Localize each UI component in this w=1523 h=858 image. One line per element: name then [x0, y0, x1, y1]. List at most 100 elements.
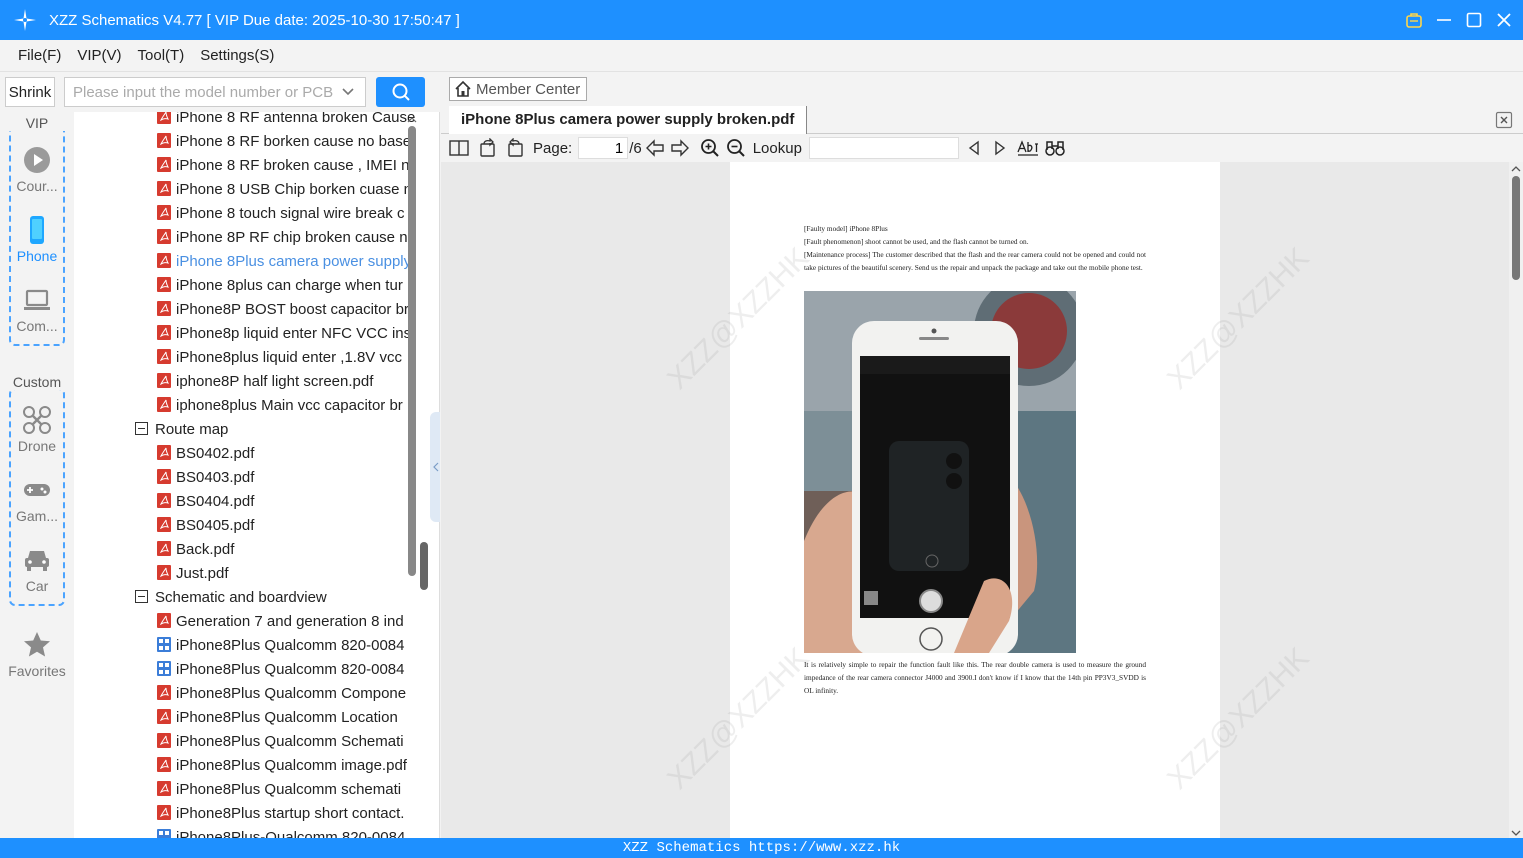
sidebar-item-game[interactable]: Gam...	[0, 475, 74, 524]
tree-item[interactable]: iPhone8Plus Qualcomm image.pdf	[157, 754, 407, 778]
sidebar-item-courses[interactable]: Cour...	[0, 145, 74, 194]
sidebar-item-favorites[interactable]: Favorites	[0, 630, 74, 679]
car-icon	[25, 551, 49, 571]
tree-item[interactable]: iPhone 8plus can charge when tur	[157, 274, 403, 298]
tree-item[interactable]: iPhone8Plus startup short contact.	[157, 802, 404, 826]
rotate-right-icon[interactable]	[504, 137, 526, 159]
scrollbar-thumb[interactable]	[408, 126, 416, 576]
next-page-icon[interactable]	[669, 137, 691, 159]
tree-item[interactable]: iPhone 8 RF broken cause , IMEI n	[157, 154, 409, 178]
phone-icon	[30, 216, 44, 244]
close-button[interactable]	[1495, 11, 1513, 29]
tree-item[interactable]: iPhone8Plus Qualcomm 820-0084	[157, 634, 404, 658]
menu-vip[interactable]: VIP(V)	[77, 47, 121, 64]
minimize-button[interactable]	[1435, 11, 1453, 29]
page-label: Page:	[533, 139, 573, 157]
tree-item[interactable]: iPhone8Plus Qualcomm 820-0084	[157, 658, 404, 682]
collapse-icon[interactable]	[135, 590, 148, 603]
tree-item[interactable]: BS0404.pdf	[157, 490, 254, 514]
shrink-button[interactable]: Shrink	[5, 77, 55, 107]
collapse-icon[interactable]	[135, 422, 148, 435]
maximize-button[interactable]	[1465, 11, 1483, 29]
panel-splitter[interactable]	[430, 412, 440, 522]
tree-item[interactable]: iPhone 8 RF antenna broken Cause	[157, 112, 415, 130]
tree-folder-route-map[interactable]: Route map	[135, 418, 228, 442]
tree-item[interactable]: Generation 7 and generation 8 ind	[157, 610, 404, 634]
boardview-file-icon	[157, 661, 171, 676]
pdf-maintenance-process: [Maintenance process] The customer descr…	[804, 250, 1146, 272]
zoom-out-icon[interactable]	[725, 137, 747, 159]
tree-item-label: Just.pdf	[176, 565, 229, 582]
tree-item[interactable]: BS0403.pdf	[157, 466, 254, 490]
pdf-file-icon	[157, 757, 171, 772]
rotate-left-icon[interactable]	[477, 137, 499, 159]
search-input[interactable]	[64, 77, 366, 107]
sidebar-item-label: Car	[25, 578, 49, 594]
member-center-button[interactable]: Member Center	[449, 77, 588, 101]
find-next-icon[interactable]	[989, 137, 1011, 159]
tree-item[interactable]: iPhone8Plus Qualcomm schemati	[157, 778, 401, 802]
tree-item[interactable]: BS0402.pdf	[157, 442, 254, 466]
tree-item[interactable]: iPhone8P BOST boost capacitor br	[157, 298, 409, 322]
laptop-icon	[24, 289, 50, 310]
menu-settings[interactable]: Settings(S)	[200, 47, 274, 64]
tree-item[interactable]: BS0405.pdf	[157, 514, 254, 538]
lookup-input[interactable]	[808, 137, 959, 159]
tree-item-label: iPhone 8 touch signal wire break c	[176, 205, 405, 222]
page-number-input[interactable]	[578, 137, 629, 159]
tree-item[interactable]: iphone8P half light screen.pdf	[157, 370, 373, 394]
tab-document[interactable]: iPhone 8Plus camera power supply broken.…	[449, 106, 808, 134]
chevron-down-icon[interactable]	[340, 84, 356, 100]
tree-item[interactable]: iPhone 8 touch signal wire break c	[157, 202, 404, 226]
tree-item[interactable]: iphone8plus Main vcc capacitor br	[157, 394, 403, 418]
tree-item[interactable]: iPhone 8 USB Chip borken cuase n	[157, 178, 412, 202]
find-binoculars-icon[interactable]	[1044, 137, 1066, 159]
vip-bag-icon[interactable]	[1405, 11, 1423, 29]
viewer-panel: Member Center iPhone 8Plus camera power …	[441, 72, 1523, 838]
scrollbar-thumb[interactable]	[1512, 176, 1520, 280]
tree-item[interactable]: Just.pdf	[157, 562, 229, 586]
document-tabs: iPhone 8Plus camera power supply broken.…	[441, 106, 1523, 134]
tree-item[interactable]: iPhone8Plus-Qualcomm 820-0084	[157, 826, 405, 838]
tree-item[interactable]: iPhone8Plus Qualcomm Schemati	[157, 730, 404, 754]
tree-scrollbar[interactable]	[407, 112, 417, 650]
boardview-file-icon	[157, 637, 171, 652]
tree-item[interactable]: iPhone 8P RF chip broken cause n	[157, 226, 408, 250]
tree-outer-scrollbar[interactable]	[419, 112, 429, 632]
pdf-viewer[interactable]: [Faulty model] iPhone 8Plus [Fault pheno…	[441, 162, 1523, 838]
scroll-up-icon[interactable]	[1509, 164, 1523, 174]
tree-item[interactable]: iPhone8Plus Qualcomm Compone	[157, 682, 406, 706]
tree-item-label: iPhone 8 RF borken cause no base	[176, 133, 412, 150]
scroll-up-icon[interactable]	[407, 116, 417, 124]
sidebar-item-computer[interactable]: Com...	[0, 285, 74, 334]
scroll-down-icon[interactable]	[1509, 828, 1523, 838]
tree-item-label: iPhone8Plus Qualcomm Schemati	[176, 733, 404, 750]
home-icon	[455, 80, 471, 97]
tree-item[interactable]: iPhone8p liquid enter NFC VCC ins	[157, 322, 411, 346]
tree-item-label: Back.pdf	[176, 541, 235, 558]
chevron-left-icon[interactable]	[431, 461, 441, 473]
tree-folder-schematic[interactable]: Schematic and boardview	[135, 586, 327, 610]
tree-item[interactable]: iPhone8plus liquid enter ,1.8V vcc	[157, 346, 402, 370]
sidebar-item-phone[interactable]: Phone	[0, 215, 74, 264]
previous-page-icon[interactable]	[644, 137, 666, 159]
menu-file[interactable]: File(F)	[18, 47, 61, 64]
match-case-icon[interactable]	[1017, 137, 1039, 159]
scrollbar-thumb[interactable]	[420, 542, 428, 590]
search-button[interactable]	[376, 77, 425, 107]
zoom-in-icon[interactable]	[699, 137, 721, 159]
pdf-file-icon	[157, 493, 171, 508]
close-tab-icon[interactable]	[1495, 111, 1513, 129]
tree-item[interactable]: iPhone8Plus Qualcomm Location	[157, 706, 398, 730]
sidebar-item-car[interactable]: Car	[0, 545, 74, 594]
find-previous-icon[interactable]	[963, 137, 985, 159]
tree-item[interactable]: iPhone 8 RF borken cause no base	[157, 130, 411, 154]
pdf-file-icon	[157, 565, 171, 580]
tree-item[interactable]: Back.pdf	[157, 538, 234, 562]
viewer-scrollbar[interactable]	[1509, 162, 1523, 838]
sidebar-item-drone[interactable]: Drone	[0, 405, 74, 454]
pdf-file-icon	[157, 301, 171, 316]
sidebar-toggle-icon[interactable]	[448, 137, 470, 159]
menu-tool[interactable]: Tool(T)	[138, 47, 185, 64]
tree-item-selected[interactable]: iPhone 8Plus camera power supply	[157, 250, 411, 274]
